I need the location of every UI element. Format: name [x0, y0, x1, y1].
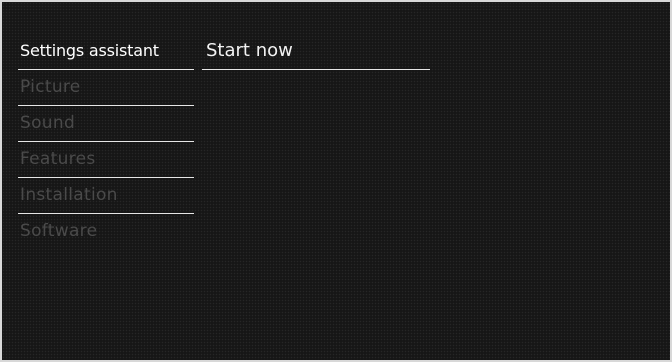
- submenu: Start now: [202, 34, 430, 70]
- menu-item-software[interactable]: Software: [18, 214, 194, 250]
- submenu-item-start-now[interactable]: Start now: [202, 34, 430, 70]
- tv-settings-screen: Settings assistant Picture Sound Feature…: [0, 0, 672, 362]
- menu-item-picture[interactable]: Picture: [18, 70, 194, 106]
- menu-item-installation[interactable]: Installation: [18, 178, 194, 214]
- menu-item-sound[interactable]: Sound: [18, 106, 194, 142]
- main-menu: Settings assistant Picture Sound Feature…: [18, 34, 194, 250]
- menu-item-features[interactable]: Features: [18, 142, 194, 178]
- menu-item-settings-assistant[interactable]: Settings assistant: [18, 34, 194, 70]
